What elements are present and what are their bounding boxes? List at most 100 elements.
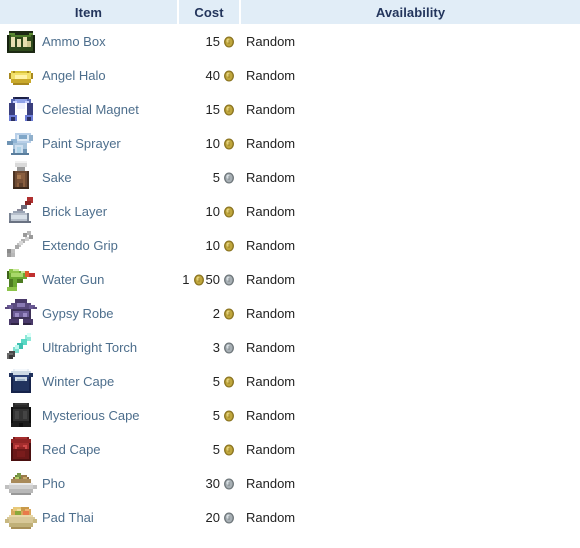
item-link[interactable]: Sake: [42, 170, 72, 185]
gold-coin-icon: [222, 36, 235, 49]
cost-value: 15: [205, 101, 220, 117]
ammo-box-icon: [4, 24, 38, 58]
availability-cell: Random: [240, 500, 580, 534]
table-row: Winter Cape 5 Random: [0, 364, 580, 398]
availability-cell: Random: [240, 466, 580, 500]
item-cell: Extendo Grip: [0, 228, 178, 262]
availability-value: Random: [246, 169, 296, 185]
angel-halo-icon: [4, 58, 38, 92]
item-cell: Brick Layer: [0, 194, 178, 228]
item-cell: Celestial Magnet: [0, 92, 178, 126]
item-link[interactable]: Brick Layer: [42, 204, 107, 219]
item-link[interactable]: Paint Sprayer: [42, 136, 121, 151]
gold-coin-icon: [222, 308, 235, 321]
item-link[interactable]: Pad Thai: [42, 510, 94, 525]
availability-value: Random: [246, 305, 296, 321]
cost-value: 5: [212, 441, 220, 457]
table-row: Ammo Box 15 Random: [0, 24, 580, 58]
item-link[interactable]: Red Cape: [42, 442, 101, 457]
shop-items-table: Item Cost Availability Ammo Box 15 Random A…: [0, 0, 580, 534]
cost-cell: 15: [178, 24, 240, 58]
item-cell: Angel Halo: [0, 58, 178, 92]
cost-value: 20: [205, 509, 220, 525]
table-header: Item Cost Availability: [0, 0, 580, 24]
gold-coin-icon: [222, 104, 235, 117]
column-header-availability[interactable]: Availability: [240, 0, 580, 24]
table-row: Pho 30 Random: [0, 466, 580, 500]
item-cell: Water Gun: [0, 262, 178, 296]
item-cell: Gypsy Robe: [0, 296, 178, 330]
cost-cell: 40: [178, 58, 240, 92]
cost-cell: 5: [178, 432, 240, 466]
availability-cell: Random: [240, 364, 580, 398]
availability-cell: Random: [240, 398, 580, 432]
availability-value: Random: [246, 441, 296, 457]
cost-value: 2: [212, 305, 220, 321]
cost-cell: 5: [178, 364, 240, 398]
cost-value: 10: [205, 203, 220, 219]
availability-value: Random: [246, 475, 296, 491]
column-header-cost[interactable]: Cost: [178, 0, 241, 24]
availability-cell: Random: [240, 24, 580, 58]
availability-value: Random: [246, 339, 296, 355]
item-cell: Ultrabright Torch: [0, 330, 178, 364]
cost-cell: 2: [178, 296, 240, 330]
item-cell: Sake: [0, 160, 178, 194]
silver-coin-icon: [222, 342, 235, 355]
cost-value: 30: [205, 475, 220, 491]
cost-value: 5: [212, 169, 220, 185]
paint-sprayer-icon: [4, 126, 38, 160]
item-cell: Paint Sprayer: [0, 126, 178, 160]
table-row: Sake 5 Random: [0, 160, 580, 194]
availability-value: Random: [246, 237, 296, 253]
table-row: Angel Halo 40 Random: [0, 58, 580, 92]
availability-value: Random: [246, 271, 296, 287]
item-cell: Mysterious Cape: [0, 398, 178, 432]
silver-coin-icon: [222, 274, 235, 287]
table-row: Pad Thai 20 Random: [0, 500, 580, 534]
item-link[interactable]: Mysterious Cape: [42, 408, 140, 423]
availability-value: Random: [246, 373, 296, 389]
availability-cell: Random: [240, 262, 580, 296]
cost-value: 1: [182, 271, 190, 287]
item-link[interactable]: Gypsy Robe: [42, 306, 114, 321]
item-link[interactable]: Water Gun: [42, 272, 104, 287]
cost-value: 10: [205, 135, 220, 151]
pad-thai-icon: [4, 500, 38, 534]
gold-coin-icon: [222, 70, 235, 83]
item-link[interactable]: Ammo Box: [42, 34, 106, 49]
silver-coin-icon: [222, 512, 235, 525]
item-link[interactable]: Ultrabright Torch: [42, 340, 137, 355]
table-body: Ammo Box 15 Random Angel Halo 40 Random Celest…: [0, 24, 580, 534]
table-row: Mysterious Cape 5 Random: [0, 398, 580, 432]
table-row: Water Gun 1 50 Random: [0, 262, 580, 296]
gold-coin-icon: [192, 274, 205, 287]
table-row: Paint Sprayer 10 Random: [0, 126, 580, 160]
availability-value: Random: [246, 135, 296, 151]
item-cell: Pho: [0, 466, 178, 500]
cost-value: 3: [212, 339, 220, 355]
celestial-magnet-icon: [4, 92, 38, 126]
availability-cell: Random: [240, 296, 580, 330]
availability-cell: Random: [240, 160, 580, 194]
table-row: Extendo Grip 10 Random: [0, 228, 580, 262]
item-link[interactable]: Extendo Grip: [42, 238, 118, 253]
item-link[interactable]: Angel Halo: [42, 68, 106, 83]
cost-cell: 20: [178, 500, 240, 534]
ultrabright-torch-icon: [4, 330, 38, 364]
pho-icon: [4, 466, 38, 500]
availability-value: Random: [246, 407, 296, 423]
item-cell: Pad Thai: [0, 500, 178, 534]
item-link[interactable]: Pho: [42, 476, 65, 491]
cost-cell: 5: [178, 160, 240, 194]
gold-coin-icon: [222, 376, 235, 389]
cost-cell: 3: [178, 330, 240, 364]
item-link[interactable]: Winter Cape: [42, 374, 114, 389]
water-gun-icon: [4, 262, 38, 296]
cost-value: 5: [212, 373, 220, 389]
silver-coin-icon: [222, 172, 235, 185]
extendo-grip-icon: [4, 228, 38, 262]
column-header-item[interactable]: Item: [0, 0, 179, 24]
cost-cell: 5: [178, 398, 240, 432]
item-link[interactable]: Celestial Magnet: [42, 102, 139, 117]
